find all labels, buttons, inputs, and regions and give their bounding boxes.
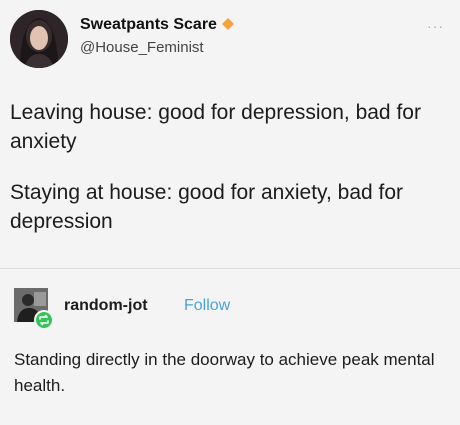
divider — [0, 268, 460, 269]
tweet-text-line-1: Leaving house: good for depression, bad … — [10, 101, 421, 153]
verified-badge-icon — [221, 18, 234, 30]
post-text: Standing directly in the doorway to achi… — [14, 350, 435, 395]
profile-photo-icon — [10, 10, 68, 68]
display-name[interactable]: Sweatpants Scare — [80, 16, 234, 34]
display-name-text: Sweatpants Scare — [80, 16, 217, 33]
avatar[interactable] — [10, 10, 68, 68]
user-handle[interactable]: @House_Feminist — [80, 39, 204, 56]
post-username[interactable]: random-jot — [64, 297, 148, 315]
more-options-icon[interactable]: ··· — [427, 18, 444, 34]
tweet-text-line-2: Staying at house: good for anxiety, bad … — [10, 181, 404, 233]
reblog-post: random-jot Follow Standing directly in t… — [0, 270, 460, 425]
tweet-card: Sweatpants Scare @House_Feminist ··· Lea… — [0, 0, 460, 268]
reblog-icon — [34, 310, 54, 330]
follow-button[interactable]: Follow — [184, 297, 230, 315]
